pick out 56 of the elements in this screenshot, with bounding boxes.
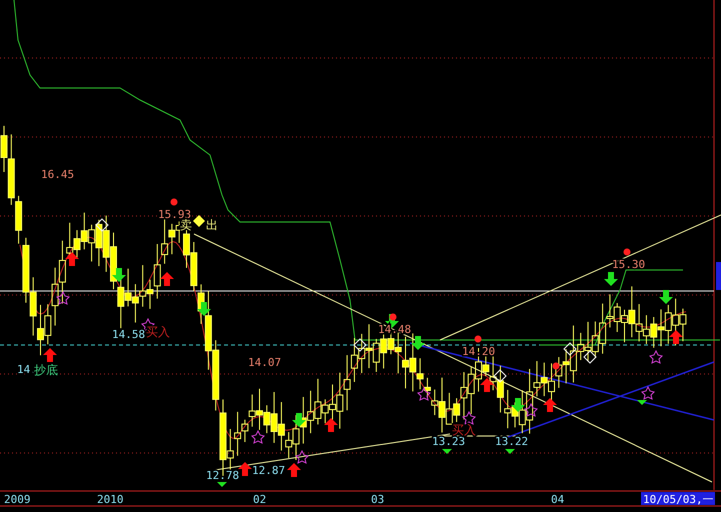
time-axis-label: 02 <box>253 493 266 506</box>
up-arrow-icon <box>160 272 174 286</box>
dot-icon <box>552 362 560 370</box>
price-label: 出 <box>206 218 218 232</box>
star-icon <box>295 450 309 464</box>
star-icon <box>251 430 265 444</box>
up-arrow-icon <box>543 398 557 412</box>
down-arrow-icon <box>292 413 306 427</box>
up-arrow-icon <box>324 418 338 432</box>
down-arrow-icon <box>604 272 618 286</box>
cursor-date: 10/05/03,一 <box>641 492 715 506</box>
time-axis-label: 04 <box>551 493 564 506</box>
up-arrow-icon <box>287 463 301 477</box>
down-arrow-icon <box>197 302 211 316</box>
star-icon <box>462 410 476 425</box>
diamond-icon <box>95 218 109 232</box>
price-label: 13.22 <box>495 435 528 448</box>
down-arrow-icon <box>411 336 425 350</box>
star-icon <box>524 402 538 417</box>
down-arrow-icon <box>511 398 525 412</box>
time-axis-label: 2010 <box>97 493 124 506</box>
up-arrow-icon <box>669 330 683 344</box>
up-arrow-icon <box>43 348 57 362</box>
triangle-icon <box>217 482 227 487</box>
dot-icon <box>170 198 178 206</box>
dot-icon <box>624 248 630 256</box>
price-label: 14.58 <box>112 328 146 341</box>
up-arrow-icon <box>65 252 79 266</box>
star-icon <box>56 290 70 305</box>
star-icon <box>649 350 663 364</box>
price-label: 15.30 <box>612 258 646 271</box>
down-arrow-icon <box>112 268 126 282</box>
diamond-icon <box>493 369 507 383</box>
dot-icon <box>474 336 482 342</box>
price-label: 买入 <box>452 423 476 437</box>
diamond-icon <box>193 215 205 227</box>
down-arrow-icon <box>659 290 673 304</box>
triangle-icon <box>442 449 452 454</box>
triangle-icon <box>637 400 647 405</box>
star-icon <box>417 386 431 401</box>
time-axis-label: 2009 <box>4 493 30 506</box>
diamond-icon <box>563 342 577 356</box>
price-label: 13.23 <box>432 435 466 448</box>
price-label: 14.07 <box>248 356 282 369</box>
price-label: 12.87 <box>252 464 286 477</box>
star-icon <box>641 386 655 400</box>
up-arrow-icon <box>238 462 252 476</box>
price-label: 16.45 <box>41 168 74 181</box>
dot-icon <box>390 314 396 320</box>
price-label: 买入 <box>146 325 170 339</box>
scroll-marker <box>716 262 721 290</box>
up-arrow-icon <box>480 378 494 392</box>
triangle-icon <box>505 449 515 454</box>
diamond-icon <box>583 350 597 364</box>
diamond-icon <box>353 338 367 352</box>
time-axis-label: 03 <box>371 493 384 506</box>
